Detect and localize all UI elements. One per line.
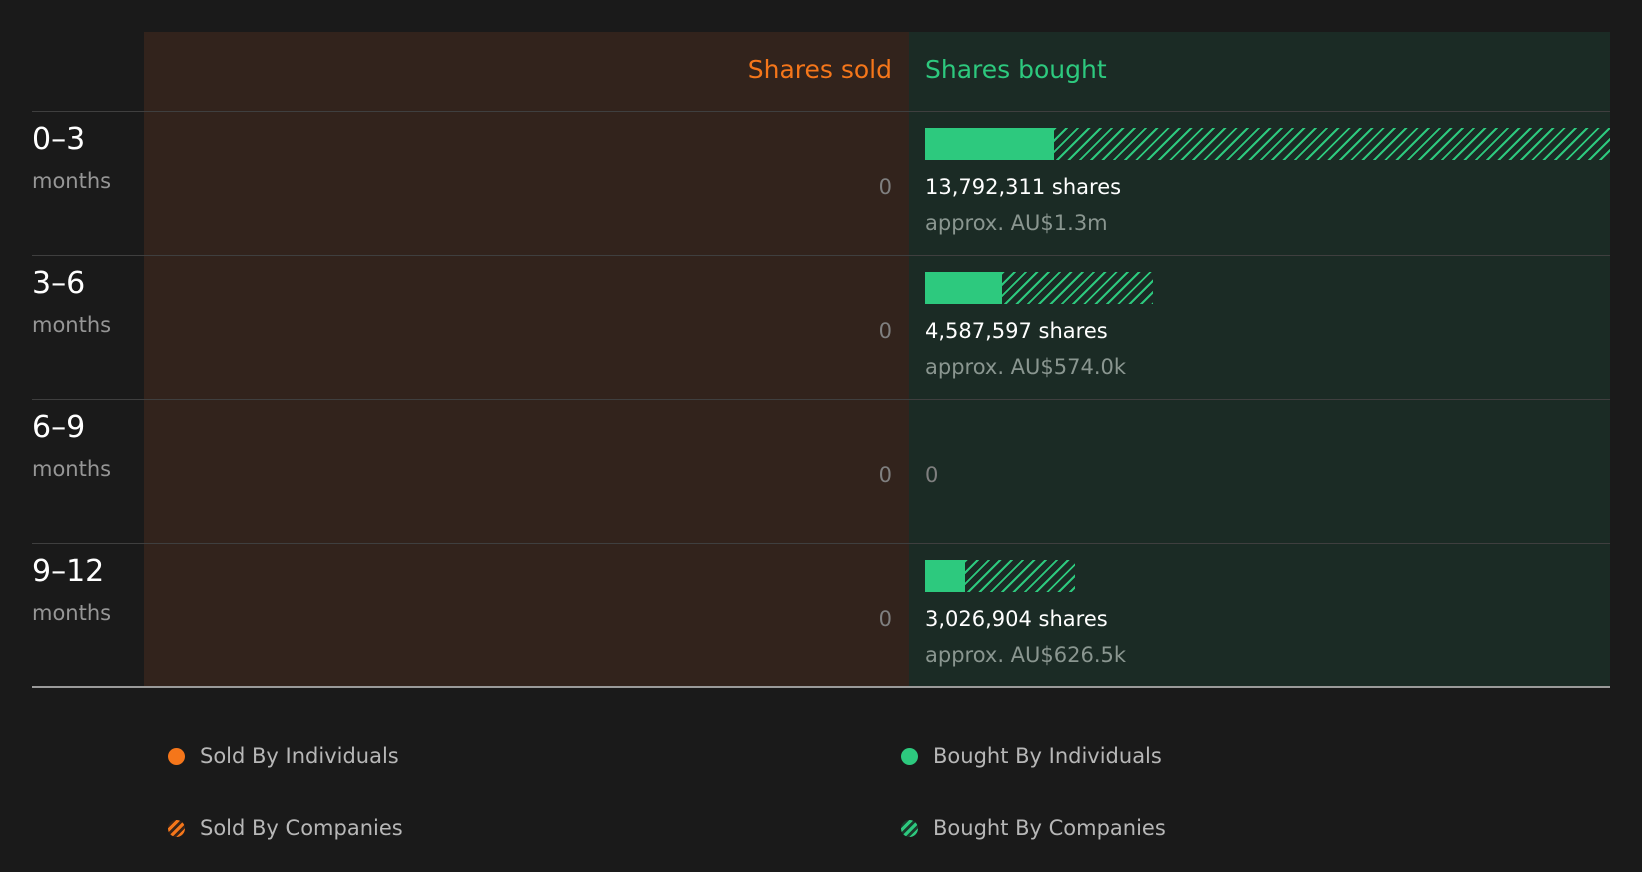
sold-value-label: 0 <box>878 319 892 343</box>
period-unit: months <box>32 601 112 625</box>
insider-trading-chart: Shares sold Shares bought 0–3 months 0 1… <box>0 0 1642 700</box>
legend-label: Sold By Companies <box>200 816 403 840</box>
legend-label: Bought By Companies <box>933 816 1166 840</box>
approx-value-label: approx. AU$1.3m <box>925 211 1108 235</box>
legend-label: Sold By Individuals <box>200 744 399 768</box>
approx-value-label: approx. AU$626.5k <box>925 643 1127 667</box>
approx-value-label: approx. AU$574.0k <box>925 355 1127 379</box>
period-row: 3–6 months 0 4,587,597 shares approx. AU… <box>0 256 1642 400</box>
period-unit: months <box>32 313 112 337</box>
period-range: 3–6 <box>32 266 86 301</box>
bought-by-companies-bar <box>1002 272 1153 304</box>
orange-hatched-dot-icon <box>168 820 185 837</box>
sold-value-label: 0 <box>878 463 892 487</box>
period-row: 9–12 months 0 3,026,904 shares approx. A… <box>0 544 1642 688</box>
shares-count-label: 3,026,904 shares <box>925 607 1108 631</box>
period-range: 9–12 <box>32 554 105 589</box>
shares-sold-header: Shares sold <box>747 55 892 84</box>
period-row: 6–9 months 0 0 <box>0 400 1642 544</box>
bought-by-individuals-bar <box>925 560 965 592</box>
green-hatched-dot-icon <box>901 820 918 837</box>
bought-bar <box>925 128 1610 160</box>
green-dot-icon <box>901 748 918 765</box>
period-range: 0–3 <box>32 122 86 157</box>
bought-by-individuals-bar <box>925 128 1054 160</box>
bought-bar <box>925 272 1153 304</box>
sold-value-label: 0 <box>878 607 892 631</box>
period-range: 6–9 <box>32 410 86 445</box>
bought-by-companies-bar <box>965 560 1075 592</box>
shares-count-label: 4,587,597 shares <box>925 319 1108 343</box>
bought-by-individuals-bar <box>925 272 1002 304</box>
orange-dot-icon <box>168 748 185 765</box>
bought-by-companies-bar <box>1054 128 1610 160</box>
sold-value-label: 0 <box>878 175 892 199</box>
period-unit: months <box>32 457 112 481</box>
shares-bought-header: Shares bought <box>925 55 1107 84</box>
legend-label: Bought By Individuals <box>933 744 1162 768</box>
period-unit: months <box>32 169 112 193</box>
bought-zero-label: 0 <box>925 463 939 487</box>
shares-count-label: 13,792,311 shares <box>925 175 1122 199</box>
bought-bar <box>925 560 1075 592</box>
period-row: 0–3 months 0 13,792,311 shares approx. A… <box>0 112 1642 256</box>
